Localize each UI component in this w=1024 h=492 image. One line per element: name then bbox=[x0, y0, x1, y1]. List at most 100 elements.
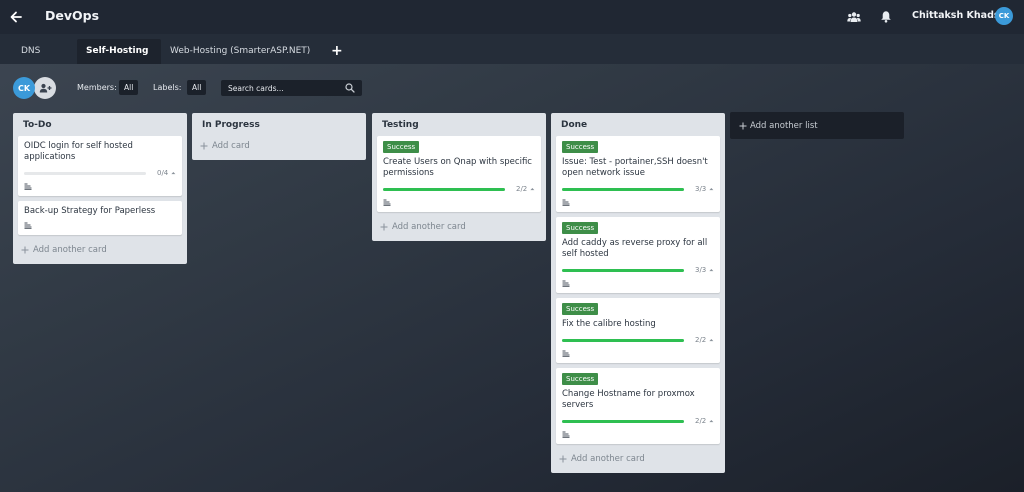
card-title: OIDC login for self hosted applications bbox=[24, 141, 133, 162]
card[interactable]: OIDC login for self hosted applications 0… bbox=[18, 136, 182, 196]
progress-bar bbox=[562, 268, 684, 272]
list-done: Done Success Issue: Test - portainer,SSH d… bbox=[551, 113, 725, 473]
labels-filter-label: Labels: bbox=[153, 83, 182, 92]
list-title[interactable]: Testing bbox=[377, 113, 541, 136]
progress-bar-fill bbox=[383, 187, 505, 191]
progress-count: 2/2 bbox=[516, 185, 528, 193]
progress-count: 0/4 bbox=[157, 169, 169, 177]
add-list-button[interactable]: Add another list bbox=[730, 112, 904, 139]
list-in-progress: In Progress Add card bbox=[192, 113, 366, 160]
top-bar: DevOps Chittaksh Khadse CK bbox=[0, 0, 1024, 34]
progress-bar-fill bbox=[562, 187, 684, 191]
description-icon bbox=[383, 199, 391, 206]
description-icon bbox=[24, 222, 32, 229]
user-avatar[interactable]: CK bbox=[995, 7, 1013, 25]
tab-bar: DNS Self-Hosting Web-Hosting (SmarterASP… bbox=[0, 34, 1024, 64]
checklist-progress: 2/2 bbox=[562, 335, 714, 345]
member-avatar[interactable]: CK bbox=[13, 77, 35, 99]
caret-up-icon[interactable] bbox=[530, 187, 535, 191]
description-icon bbox=[562, 350, 570, 357]
card-title: Fix the calibre hosting bbox=[562, 319, 656, 329]
members-filter-label: Members: bbox=[77, 83, 117, 92]
progress-count: 2/2 bbox=[695, 417, 707, 425]
plus-icon bbox=[21, 246, 29, 254]
card-label-badge: Success bbox=[562, 373, 599, 385]
card-title: Create Users on Qnap with specific permi… bbox=[383, 157, 532, 178]
search-box bbox=[221, 80, 362, 96]
card[interactable]: Back-up Strategy for Paperless bbox=[18, 201, 182, 235]
add-card-label: Add another card bbox=[392, 222, 466, 232]
progress-bar-fill bbox=[562, 338, 684, 342]
description-icon bbox=[562, 431, 570, 438]
plus-icon bbox=[559, 455, 567, 463]
card-label-badge: Success bbox=[562, 222, 599, 234]
checklist-progress: 2/2 bbox=[383, 184, 535, 194]
add-card-button[interactable]: Add another card bbox=[556, 449, 720, 467]
progress-bar bbox=[24, 171, 146, 175]
card-label-badge: Success bbox=[562, 141, 599, 153]
list-title[interactable]: To-Do bbox=[18, 113, 182, 136]
plus-icon bbox=[739, 122, 747, 129]
card[interactable]: Success Create Users on Qnap with specifi… bbox=[377, 136, 541, 212]
search-input[interactable] bbox=[228, 81, 338, 95]
add-card-button[interactable]: Add another card bbox=[377, 217, 541, 235]
add-list-label: Add another list bbox=[750, 120, 818, 131]
checklist-progress: 2/2 bbox=[562, 416, 714, 426]
user-name[interactable]: Chittaksh Khadse bbox=[912, 10, 1006, 21]
progress-count: 2/2 bbox=[695, 336, 707, 344]
add-card-button[interactable]: Add card bbox=[197, 136, 361, 154]
plus-icon bbox=[380, 223, 388, 231]
card-label-badge: Success bbox=[383, 141, 420, 153]
add-card-label: Add another card bbox=[33, 245, 107, 255]
caret-up-icon[interactable] bbox=[709, 419, 714, 423]
progress-bar bbox=[383, 187, 505, 191]
add-card-label: Add another card bbox=[571, 454, 645, 464]
list-to-do: To-Do OIDC login for self hosted applicat… bbox=[13, 113, 187, 264]
description-icon bbox=[562, 199, 570, 206]
description-icon bbox=[562, 280, 570, 287]
caret-up-icon[interactable] bbox=[171, 171, 176, 175]
progress-bar bbox=[562, 338, 684, 342]
checklist-progress: 3/3 bbox=[562, 184, 714, 194]
description-icon bbox=[24, 183, 32, 190]
members-filter-select[interactable]: All bbox=[119, 80, 139, 95]
list-title[interactable]: Done bbox=[556, 113, 720, 136]
progress-bar-fill bbox=[562, 268, 684, 272]
add-card-button[interactable]: Add another card bbox=[18, 240, 182, 258]
card-title: Change Hostname for proxmox servers bbox=[562, 389, 695, 410]
search-icon[interactable] bbox=[345, 83, 355, 93]
tab-self-hosting[interactable]: Self-Hosting bbox=[77, 39, 161, 64]
plus-icon bbox=[200, 142, 208, 150]
progress-bar bbox=[562, 187, 684, 191]
card[interactable]: Success Issue: Test - portainer,SSH doesn… bbox=[556, 136, 720, 212]
checklist-progress: 0/4 bbox=[24, 168, 176, 178]
back-arrow-icon[interactable] bbox=[9, 9, 23, 25]
add-member-icon bbox=[39, 83, 51, 93]
add-tab-button[interactable]: + bbox=[331, 43, 343, 59]
card[interactable]: Success Add caddy as reverse proxy for al… bbox=[556, 217, 720, 293]
list-title[interactable]: In Progress bbox=[197, 113, 361, 136]
card[interactable]: Success Fix the calibre hosting 2/2 bbox=[556, 298, 720, 363]
bell-icon[interactable] bbox=[880, 10, 892, 23]
progress-bar bbox=[562, 419, 684, 423]
add-card-label: Add card bbox=[212, 141, 250, 151]
card-title: Issue: Test - portainer,SSH doesn't open… bbox=[562, 157, 708, 178]
list-testing: Testing Success Create Users on Qnap with … bbox=[372, 113, 546, 241]
progress-count: 3/3 bbox=[695, 185, 707, 193]
caret-up-icon[interactable] bbox=[709, 187, 714, 191]
caret-up-icon[interactable] bbox=[709, 338, 714, 342]
labels-filter-select[interactable]: All bbox=[187, 80, 207, 95]
tab-web-hosting[interactable]: Web-Hosting (SmarterASP.NET) bbox=[161, 39, 319, 64]
card-title: Add caddy as reverse proxy for all self … bbox=[562, 238, 708, 259]
checklist-progress: 3/3 bbox=[562, 265, 714, 275]
team-icon[interactable] bbox=[847, 11, 861, 23]
board-title: DevOps bbox=[45, 8, 100, 23]
progress-count: 3/3 bbox=[695, 266, 707, 274]
card-label-badge: Success bbox=[562, 303, 599, 315]
card[interactable]: Success Change Hostname for proxmox serve… bbox=[556, 368, 720, 444]
card-title: Back-up Strategy for Paperless bbox=[24, 206, 156, 216]
progress-bar-fill bbox=[562, 419, 684, 423]
tab-dns[interactable]: DNS bbox=[12, 39, 49, 64]
caret-up-icon[interactable] bbox=[709, 268, 714, 272]
add-member-button[interactable] bbox=[34, 77, 56, 99]
